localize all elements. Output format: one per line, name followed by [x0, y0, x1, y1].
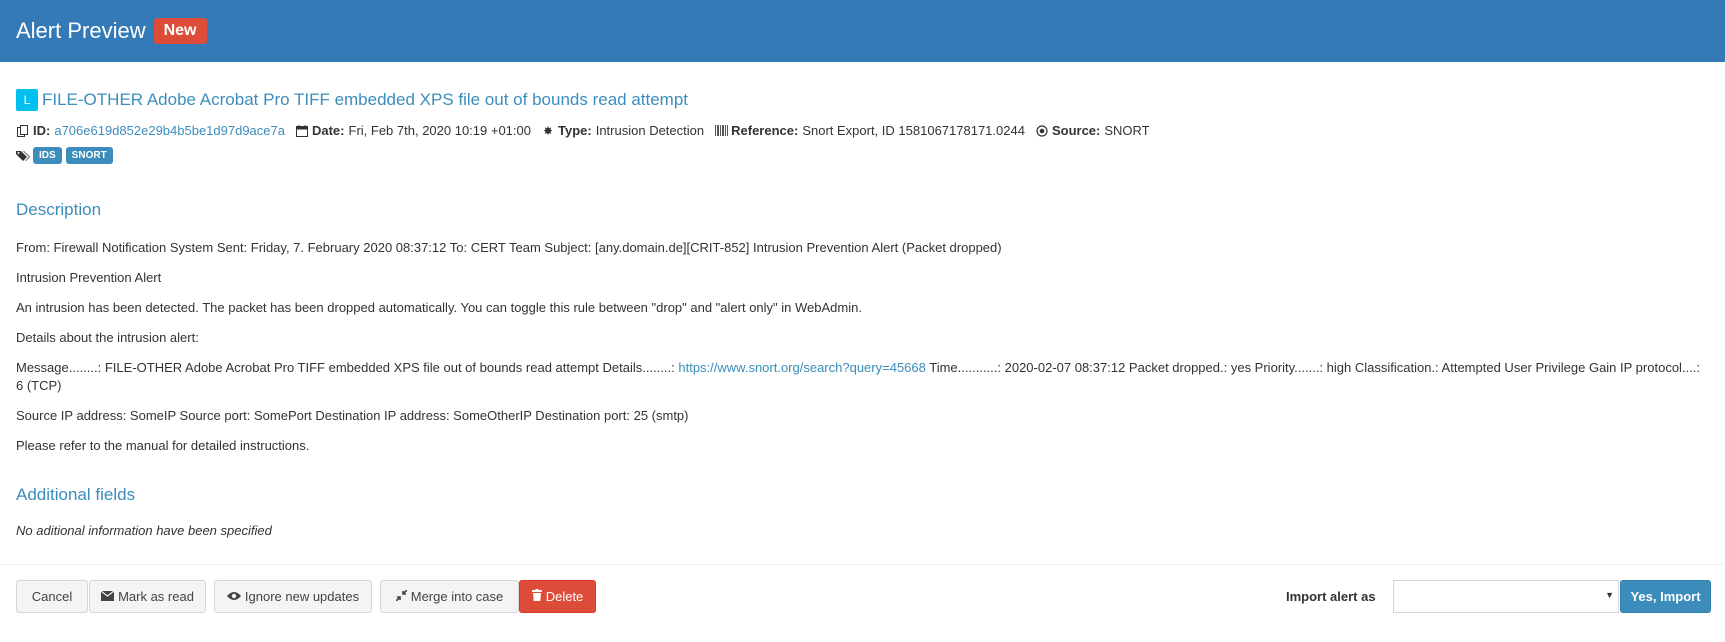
description-para: Please refer to the manual for detailed …: [16, 438, 310, 453]
delete-label: Delete: [545, 589, 584, 604]
modal-footer: Cancel Mark as read Ignore new updates M…: [0, 564, 1725, 642]
gear-icon: ✸: [542, 123, 554, 138]
import-alert-label: Import alert as: [1286, 589, 1376, 604]
reference-value: Snort Export, ID 1581067178171.0244: [802, 123, 1025, 138]
id-label: ID:: [33, 123, 51, 138]
type-label: Type:: [558, 123, 592, 138]
no-info-text: No aditional information have been speci…: [16, 523, 272, 538]
merge-into-case-button[interactable]: Merge into case: [380, 580, 519, 613]
caret-down-icon: ▼: [1605, 590, 1614, 600]
description-para-details: Message........: FILE-OTHER Adobe Acroba…: [16, 359, 1709, 395]
cancel-button[interactable]: Cancel: [16, 580, 88, 613]
alert-title-row: L FILE-OTHER Adobe Acrobat Pro TIFF embe…: [16, 89, 1709, 111]
additional-fields-title: Additional fields: [16, 485, 136, 504]
mark-as-read-button[interactable]: Mark as read: [89, 580, 206, 613]
modal-header: Alert Preview New: [0, 0, 1725, 62]
yes-import-label: Yes, Import: [1630, 589, 1701, 604]
alert-title: FILE-OTHER Adobe Acrobat Pro TIFF embedd…: [42, 90, 689, 109]
id-value[interactable]: a706e619d852e29b4b5be1d97d9ace7a: [54, 123, 285, 138]
description-para: Details about the intrusion alert:: [16, 330, 199, 345]
meta-reference: Reference: Snort Export, ID 158106717817…: [714, 123, 1025, 138]
date-value: Fri, Feb 7th, 2020 10:19 +01:00: [348, 123, 532, 138]
envelope-icon: [100, 590, 115, 604]
modal-body: L FILE-OTHER Adobe Acrobat Pro TIFF embe…: [0, 89, 1725, 538]
ignore-updates-label: Ignore new updates: [244, 589, 360, 604]
severity-badge: L: [16, 89, 38, 111]
description-para: An intrusion has been detected. The pack…: [16, 300, 862, 315]
snort-link[interactable]: https://www.snort.org/search?query=45668: [678, 360, 926, 375]
import-case-template-select[interactable]: ▼: [1393, 580, 1619, 613]
description-para: Intrusion Prevention Alert: [16, 270, 162, 285]
calendar-icon: [295, 124, 309, 137]
meta-id: ID: a706e619d852e29b4b5be1d97d9ace7a: [16, 123, 285, 138]
mark-as-read-label: Mark as read: [118, 589, 194, 604]
tag-ids: IDS: [33, 147, 62, 164]
eye-icon: [226, 590, 241, 604]
compress-icon: [395, 588, 408, 604]
meta-date: Date: Fri, Feb 7th, 2020 10:19 +01:00: [295, 123, 531, 138]
type-value: Intrusion Detection: [595, 123, 705, 138]
alert-meta: ID: a706e619d852e29b4b5be1d97d9ace7a Dat…: [16, 123, 1709, 138]
yes-import-button[interactable]: Yes, Import: [1620, 580, 1711, 613]
reference-label: Reference:: [731, 123, 799, 138]
source-label: Source:: [1051, 123, 1101, 138]
source-value: SNORT: [1104, 123, 1150, 138]
copy-icon[interactable]: [16, 124, 30, 137]
description-para: From: Firewall Notification System Sent:…: [16, 240, 1002, 255]
tags-row: IDS SNORT: [16, 147, 1709, 164]
meta-source: Source: SNORT: [1035, 123, 1150, 138]
tag-snort: SNORT: [65, 147, 113, 164]
description-title: Description: [16, 200, 102, 219]
tags-icon: [16, 150, 30, 162]
ignore-updates-button[interactable]: Ignore new updates: [214, 580, 372, 613]
new-badge: New: [153, 18, 207, 44]
delete-button[interactable]: Delete: [519, 580, 596, 613]
description-body: From: Firewall Notification System Sent:…: [16, 239, 1709, 455]
date-label: Date:: [311, 123, 345, 138]
cancel-label: Cancel: [31, 589, 73, 604]
barcode-icon: [714, 125, 728, 136]
description-para: Source IP address: SomeIP Source port: S…: [16, 408, 689, 423]
meta-type: ✸ Type: Intrusion Detection: [541, 123, 704, 138]
trash-icon: [531, 589, 542, 604]
modal-title: Alert Preview: [16, 18, 146, 43]
merge-label: Merge into case: [410, 589, 504, 604]
details-text-pre: Message........: FILE-OTHER Adobe Acroba…: [16, 360, 679, 375]
bullseye-icon: [1035, 124, 1049, 137]
